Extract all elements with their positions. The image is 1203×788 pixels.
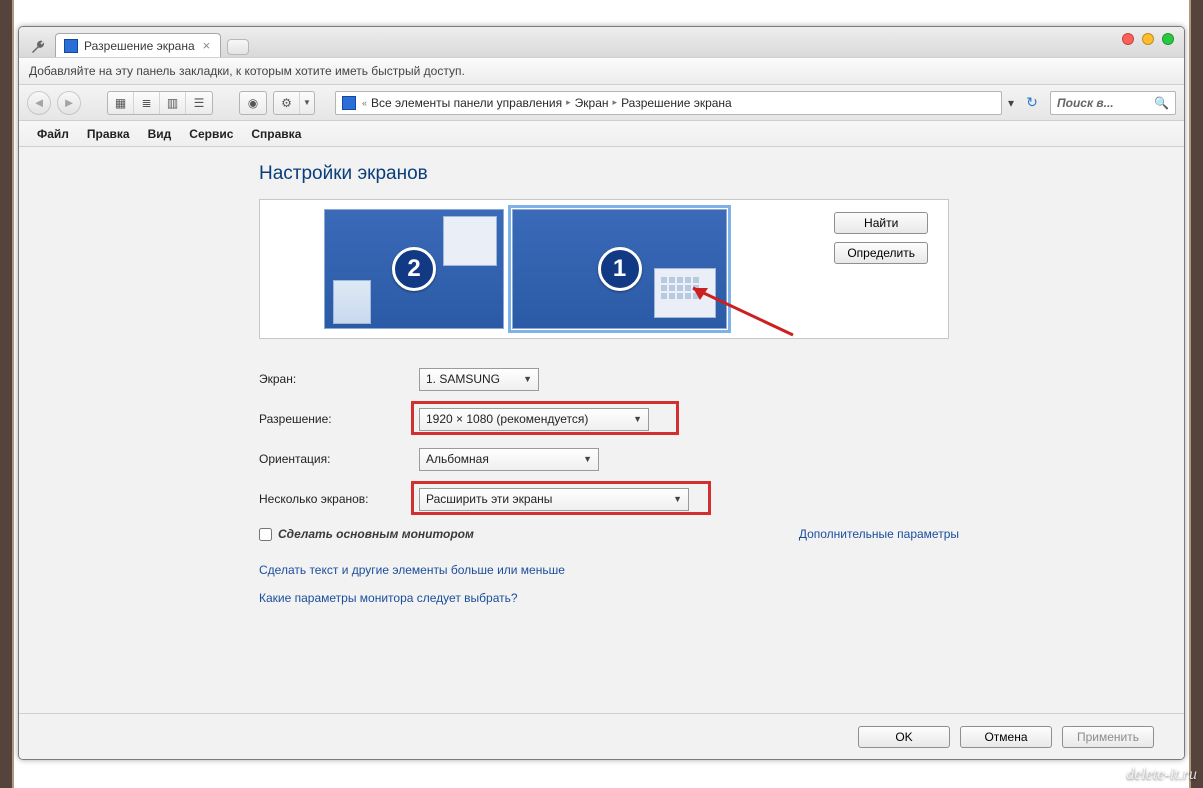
chevron-down-icon: ▼ xyxy=(673,494,682,504)
monitor-number-badge: 2 xyxy=(392,247,436,291)
browser-tabstrip: Разрешение экрана × xyxy=(19,27,1184,57)
close-window-icon[interactable] xyxy=(1122,33,1134,45)
advanced-link[interactable]: Дополнительные параметры xyxy=(799,527,959,541)
search-placeholder: Поиск в... xyxy=(1057,96,1114,110)
close-icon[interactable]: × xyxy=(201,39,213,52)
explorer-toolbar: ◄ ► ▦ ≣ ▥ ☰ ◉ ⚙ ▼ « Все элементы панели … xyxy=(19,85,1184,121)
view-columns-icon[interactable]: ▥ xyxy=(160,92,186,114)
monitor-2[interactable]: 2 xyxy=(324,209,504,329)
menu-edit[interactable]: Правка xyxy=(79,124,138,144)
resolution-value: 1920 × 1080 (рекомендуется) xyxy=(426,412,588,426)
multi-value: Расширить эти экраны xyxy=(426,492,552,506)
app-window: Разрешение экрана × Добавляйте на эту па… xyxy=(18,26,1185,760)
gear-dropdown-icon[interactable]: ▼ xyxy=(300,92,314,114)
ok-button[interactable]: OK xyxy=(858,726,950,748)
preview-window-icon xyxy=(654,268,716,318)
cancel-button[interactable]: Отмена xyxy=(960,726,1052,748)
make-primary-label: Сделать основным монитором xyxy=(278,527,474,541)
view-details-icon[interactable]: ☰ xyxy=(186,92,212,114)
monitor-1[interactable]: 1 xyxy=(512,209,727,329)
preview-window-icon xyxy=(443,216,497,266)
control-panel-icon xyxy=(342,96,356,110)
preview-window-icon xyxy=(333,280,371,324)
maximize-window-icon[interactable] xyxy=(1162,33,1174,45)
wrench-icon[interactable] xyxy=(27,37,49,57)
apply-button[interactable]: Применить xyxy=(1062,726,1154,748)
settings-toolbar: ⚙ ▼ xyxy=(273,91,315,115)
bookmarks-hint: Добавляйте на эту панель закладки, к кот… xyxy=(29,64,465,78)
content-area: Настройки экранов 2 1 xyxy=(19,147,1184,713)
orientation-value: Альбомная xyxy=(426,452,489,466)
which-settings-link[interactable]: Какие параметры монитора следует выбрать… xyxy=(259,591,969,605)
menu-file[interactable]: Файл xyxy=(29,124,77,144)
menu-view[interactable]: Вид xyxy=(140,124,180,144)
menu-help[interactable]: Справка xyxy=(243,124,309,144)
orientation-label: Ориентация: xyxy=(259,452,419,466)
browser-tab[interactable]: Разрешение экрана × xyxy=(55,33,221,57)
chevron-down-icon: ▼ xyxy=(633,414,642,424)
screen-select[interactable]: 1. SAMSUNG ▼ xyxy=(419,368,539,391)
resolution-select[interactable]: 1920 × 1080 (рекомендуется) ▼ xyxy=(419,408,649,431)
menu-service[interactable]: Сервис xyxy=(181,124,241,144)
multi-label: Несколько экранов: xyxy=(259,492,419,506)
chevron-right-icon: ▸ xyxy=(566,97,571,108)
detect-button[interactable]: Определить xyxy=(834,242,928,264)
breadcrumb-mid[interactable]: Экран xyxy=(575,96,609,110)
favicon-icon xyxy=(64,39,78,53)
settings-form: Экран: 1. SAMSUNG ▼ Разрешение: 1920 × 1… xyxy=(259,359,969,605)
eye-icon[interactable]: ◉ xyxy=(240,92,266,114)
screen-label: Экран: xyxy=(259,372,419,386)
chevron-right-icon: ▸ xyxy=(613,97,618,108)
new-tab-button[interactable] xyxy=(227,39,249,55)
preview-toolbar: ◉ xyxy=(239,91,267,115)
breadcrumb[interactable]: « Все элементы панели управления ▸ Экран… xyxy=(335,91,1002,115)
dialog-footer: OK Отмена Применить xyxy=(19,713,1184,759)
breadcrumb-dropdown[interactable]: ▾ xyxy=(1008,96,1014,110)
monitor-layout-box: 2 1 Найти Определить xyxy=(259,199,949,339)
screen-value: 1. SAMSUNG xyxy=(426,372,500,386)
chevron-down-icon: ▼ xyxy=(523,374,532,384)
resolution-label: Разрешение: xyxy=(259,412,419,426)
view-list-icon[interactable]: ≣ xyxy=(134,92,160,114)
bookmarks-bar: Добавляйте на эту панель закладки, к кот… xyxy=(19,57,1184,85)
tab-title: Разрешение экрана xyxy=(84,39,195,53)
chevron-down-icon: ▼ xyxy=(583,454,592,464)
text-size-link[interactable]: Сделать текст и другие элементы больше и… xyxy=(259,563,969,577)
find-button[interactable]: Найти xyxy=(834,212,928,234)
checkbox-input[interactable] xyxy=(259,528,272,541)
back-button[interactable]: ◄ xyxy=(27,91,51,115)
breadcrumb-leaf[interactable]: Разрешение экрана xyxy=(621,96,732,110)
watermark: delete-it.ru xyxy=(1126,766,1197,784)
view-icons-icon[interactable]: ▦ xyxy=(108,92,134,114)
chevron-left-icon: « xyxy=(362,98,367,108)
refresh-icon[interactable]: ↻ xyxy=(1020,91,1044,115)
window-controls xyxy=(1122,33,1174,45)
page-title: Настройки экранов xyxy=(259,163,1184,185)
make-primary-checkbox[interactable]: Сделать основным монитором xyxy=(259,527,474,541)
monitor-number-badge: 1 xyxy=(598,247,642,291)
breadcrumb-root[interactable]: Все элементы панели управления xyxy=(371,96,562,110)
orientation-select[interactable]: Альбомная ▼ xyxy=(419,448,599,471)
search-icon: 🔍 xyxy=(1154,96,1169,110)
menu-bar: Файл Правка Вид Сервис Справка xyxy=(19,121,1184,147)
gear-icon[interactable]: ⚙ xyxy=(274,92,300,114)
multi-select[interactable]: Расширить эти экраны ▼ xyxy=(419,488,689,511)
view-toolbar: ▦ ≣ ▥ ☰ xyxy=(107,91,213,115)
forward-button[interactable]: ► xyxy=(57,91,81,115)
minimize-window-icon[interactable] xyxy=(1142,33,1154,45)
search-input[interactable]: Поиск в... 🔍 xyxy=(1050,91,1176,115)
